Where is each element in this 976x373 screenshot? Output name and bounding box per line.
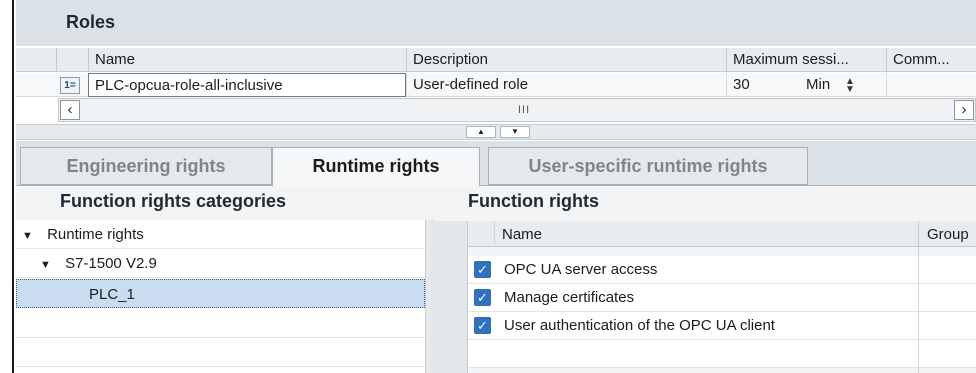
role-comment-cell[interactable] xyxy=(886,73,976,97)
column-header-comment[interactable]: Comm... xyxy=(886,48,976,72)
tab-runtime-rights[interactable]: Runtime rights xyxy=(272,147,480,187)
checkbox-checked-icon[interactable]: ✓ xyxy=(474,289,491,306)
roles-header xyxy=(16,0,976,46)
column-header-name[interactable]: Name xyxy=(494,221,918,249)
horizontal-scrollbar[interactable] xyxy=(58,98,976,122)
spinner-icon[interactable]: ▲ ▼ xyxy=(842,77,858,95)
role-name-cell[interactable]: PLC-opcua-role-all-inclusive xyxy=(88,73,406,97)
group-column-divider xyxy=(918,247,919,373)
tree-item-runtime-rights[interactable]: ▼ Runtime rights xyxy=(16,220,425,249)
column-header-group[interactable]: Group xyxy=(918,221,976,249)
scrollbar-grip[interactable]: III xyxy=(518,104,530,116)
column-header-description[interactable]: Description xyxy=(406,48,726,72)
role-description-cell[interactable]: User-defined role xyxy=(406,73,726,97)
function-right-name: OPC UA server access xyxy=(504,261,658,278)
chevron-up-icon[interactable]: ▲ xyxy=(466,126,496,138)
tab-user-specific-runtime-rights[interactable]: User-specific runtime rights xyxy=(488,147,808,185)
tree-item-label: Runtime rights xyxy=(47,226,144,243)
checkbox-checked-icon[interactable]: ✓ xyxy=(474,317,491,334)
roles-title: Roles xyxy=(66,12,116,32)
categories-title: Function rights categories xyxy=(60,191,287,211)
chevron-down-icon[interactable]: ▼ xyxy=(40,259,51,271)
tree-item-s7-1500[interactable]: ▼ S7-1500 V2.9 xyxy=(16,249,425,278)
column-header-name[interactable]: Name xyxy=(88,48,406,72)
header-divider xyxy=(494,221,495,247)
table-row xyxy=(468,340,976,368)
row-gutter xyxy=(430,221,468,373)
function-rights-title: Function rights xyxy=(468,191,599,211)
column-header-max-session[interactable]: Maximum sessi... xyxy=(726,48,886,72)
role-max-session-unit: Min xyxy=(806,76,831,93)
splitter-bar[interactable] xyxy=(16,124,976,140)
chevron-left-icon[interactable]: ‹ xyxy=(60,100,80,120)
tab-engineering-rights[interactable]: Engineering rights xyxy=(20,147,272,185)
window-left-border xyxy=(0,0,14,373)
row-number-icon: 1= xyxy=(60,77,80,94)
row-icon-header xyxy=(56,48,88,72)
chevron-down-icon[interactable]: ▼ xyxy=(22,230,33,242)
tree-empty-row xyxy=(16,309,425,338)
function-right-name: Manage certificates xyxy=(504,289,635,306)
chevron-down-icon[interactable]: ▼ xyxy=(500,126,530,138)
role-max-session-cell[interactable]: 30 xyxy=(726,73,806,97)
row-handle-header xyxy=(16,48,56,72)
chevron-right-icon[interactable]: › xyxy=(954,100,974,120)
tree-item-plc-1[interactable]: PLC_1 xyxy=(16,279,425,308)
function-right-name: User authentication of the OPC UA client xyxy=(504,317,775,334)
checkbox-checked-icon[interactable]: ✓ xyxy=(474,261,491,278)
tree-item-label: S7-1500 V2.9 xyxy=(65,255,157,272)
tree-empty-row xyxy=(16,338,425,367)
